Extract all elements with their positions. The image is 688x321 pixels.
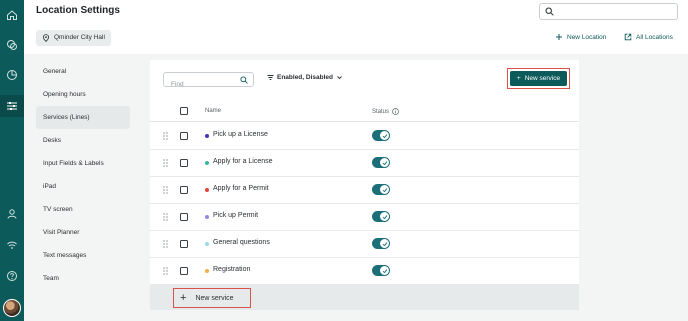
team-icon[interactable] xyxy=(4,206,20,222)
add-new-service-label: New service xyxy=(195,294,234,302)
status-filter-label: Enabled, Disabled xyxy=(277,74,333,81)
column-header-status: Status xyxy=(372,108,399,115)
service-color-dot xyxy=(205,215,209,219)
service-name[interactable]: Apply for a License xyxy=(213,158,273,165)
nav-item-tv-screen[interactable]: TV screen xyxy=(36,198,130,221)
nav-item-team[interactable]: Team xyxy=(36,267,130,290)
service-name[interactable]: General questions xyxy=(213,239,270,246)
wifi-icon[interactable] xyxy=(4,237,20,253)
plus-icon: + xyxy=(180,291,187,304)
drag-handle-icon[interactable] xyxy=(163,213,168,221)
search-icon xyxy=(545,7,554,16)
service-color-dot xyxy=(205,161,209,165)
service-color-dot xyxy=(205,269,209,273)
services-panel: Enabled, Disabled + New service Name Sta… xyxy=(150,60,579,310)
service-name[interactable]: Pick up a License xyxy=(213,131,268,138)
table-row[interactable]: Pick up a License xyxy=(150,123,579,150)
service-color-dot xyxy=(205,188,209,192)
service-color-dot xyxy=(205,242,209,246)
nav-item-input-fields[interactable]: Input Fields & Labels xyxy=(36,152,130,175)
drag-handle-icon[interactable] xyxy=(163,240,168,248)
status-toggle[interactable] xyxy=(372,184,390,195)
service-name[interactable]: Apply for a Permit xyxy=(213,185,269,192)
check-icon xyxy=(382,268,387,273)
row-checkbox[interactable] xyxy=(180,186,188,194)
drag-handle-icon[interactable] xyxy=(163,267,168,275)
page-title: Location Settings xyxy=(36,5,120,16)
nav-item-services[interactable]: Services (Lines) xyxy=(36,106,130,129)
info-icon[interactable] xyxy=(392,108,399,115)
location-chip[interactable]: Qminder City Hall xyxy=(36,30,111,46)
avatar[interactable] xyxy=(3,299,21,317)
check-icon xyxy=(382,160,387,165)
help-icon[interactable] xyxy=(4,268,20,284)
nav-item-general[interactable]: General xyxy=(36,60,130,83)
plus-icon: + xyxy=(516,75,521,82)
status-filter-dropdown[interactable]: Enabled, Disabled xyxy=(267,74,343,81)
table-row[interactable]: Pick up Permit xyxy=(150,204,579,231)
check-icon xyxy=(382,241,387,246)
table-footer: + New service xyxy=(150,284,579,310)
settings-nav: General Opening hours Services (Lines) D… xyxy=(36,60,130,290)
nav-item-visit-planner[interactable]: Visit Planner xyxy=(36,221,130,244)
page-header: Location Settings Qminder City Hall New … xyxy=(24,0,688,54)
status-toggle[interactable] xyxy=(372,238,390,249)
home-icon[interactable] xyxy=(4,7,20,23)
new-service-button[interactable]: + New service xyxy=(510,71,567,86)
search-icon xyxy=(240,76,248,84)
find-box xyxy=(163,72,254,91)
check-icon xyxy=(382,187,387,192)
table-row[interactable]: General questions xyxy=(150,231,579,258)
select-all-checkbox[interactable] xyxy=(180,107,188,115)
check-icon xyxy=(382,214,387,219)
location-chip-label: Qminder City Hall xyxy=(54,34,105,41)
row-checkbox[interactable] xyxy=(180,159,188,167)
new-location-label: New Location xyxy=(567,33,607,41)
analytics-icon[interactable] xyxy=(4,67,20,83)
chevron-down-icon xyxy=(337,76,342,80)
column-header-name: Name xyxy=(205,108,222,114)
all-locations-link[interactable]: All Locations xyxy=(624,33,673,41)
plus-icon xyxy=(556,34,562,40)
new-location-link[interactable]: New Location xyxy=(555,33,606,41)
status-toggle[interactable] xyxy=(372,157,390,168)
all-locations-label: All Locations xyxy=(636,33,673,41)
row-checkbox[interactable] xyxy=(180,240,188,248)
filter-icon xyxy=(267,75,274,80)
column-header-status-label: Status xyxy=(372,108,390,115)
nav-item-ipad[interactable]: iPad xyxy=(36,175,130,198)
row-checkbox[interactable] xyxy=(180,213,188,221)
new-service-highlight: + New service xyxy=(507,68,570,89)
status-toggle[interactable] xyxy=(372,265,390,276)
external-link-icon xyxy=(624,33,632,41)
nav-item-opening-hours[interactable]: Opening hours xyxy=(36,83,130,106)
drag-handle-icon[interactable] xyxy=(163,186,168,194)
table-row[interactable]: Apply for a License xyxy=(150,150,579,177)
row-checkbox[interactable] xyxy=(180,267,188,275)
service-color-dot xyxy=(205,134,209,138)
add-new-service-row[interactable]: + New service xyxy=(173,288,251,308)
location-pin-icon xyxy=(42,34,50,42)
table-row[interactable]: Registration xyxy=(150,258,579,285)
table-header: Name Status xyxy=(150,100,579,122)
new-service-button-label: New service xyxy=(524,75,561,82)
table-row[interactable]: Apply for a Permit xyxy=(150,177,579,204)
drag-handle-icon[interactable] xyxy=(163,132,168,140)
status-toggle[interactable] xyxy=(372,211,390,222)
status-toggle[interactable] xyxy=(372,130,390,141)
check-icon xyxy=(382,133,387,138)
settings-sliders-icon[interactable] xyxy=(4,98,20,114)
global-search-input[interactable] xyxy=(539,3,678,20)
row-checkbox[interactable] xyxy=(180,132,188,140)
service-name[interactable]: Pick up Permit xyxy=(213,212,258,219)
find-input[interactable] xyxy=(164,78,234,91)
nav-item-desks[interactable]: Desks xyxy=(36,129,130,152)
service-name[interactable]: Registration xyxy=(213,266,250,273)
drag-handle-icon[interactable] xyxy=(163,159,168,167)
app-sidebar xyxy=(0,0,24,321)
chat-icon[interactable] xyxy=(4,37,20,53)
nav-item-text-messages[interactable]: Text messages xyxy=(36,244,130,267)
